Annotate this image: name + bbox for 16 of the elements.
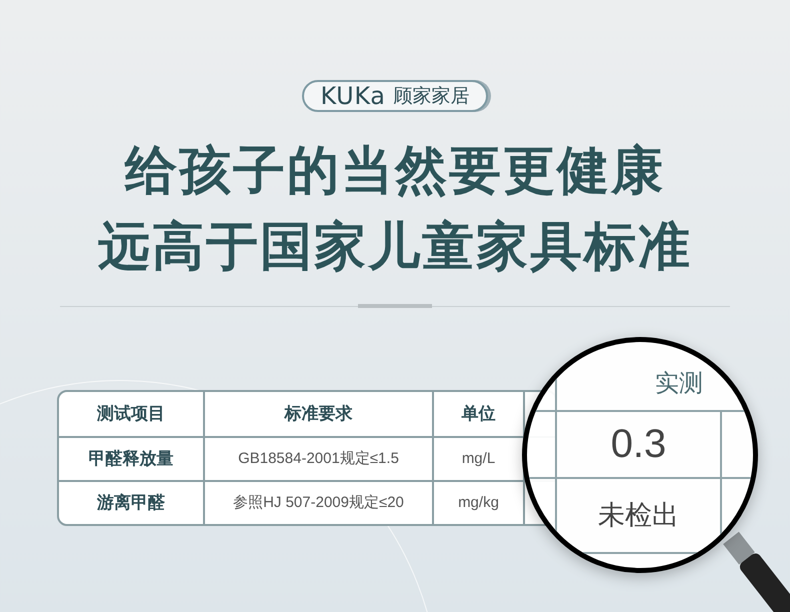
column-header: 标准要求: [284, 403, 352, 426]
table-cell-text: mg/kg: [458, 492, 499, 513]
table-cell-text: 游离甲醛: [97, 492, 165, 514]
headline: 远高于国家儿童家具标准: [98, 218, 692, 276]
table-cell-text: mg/L: [462, 448, 496, 469]
table-cell-text: 未检出: [597, 499, 680, 532]
table-cell-text: 参照HJ 507-2009规定≤20: [233, 492, 404, 513]
column-header: 实测: [655, 369, 703, 399]
table-cell-text: 0.3: [610, 422, 668, 466]
table-cell-text: 甲醛释放量: [88, 448, 174, 470]
headline: 给孩子的当然要更健康: [125, 142, 665, 200]
column-header: 单位: [462, 403, 496, 426]
table-cell-text: GB18584-2001规定≤1.5: [238, 448, 399, 469]
logo-wordmark: KUKa: [320, 84, 386, 108]
column-header: 测试项目: [97, 403, 165, 426]
brand-name: 顾家家居: [394, 86, 470, 106]
